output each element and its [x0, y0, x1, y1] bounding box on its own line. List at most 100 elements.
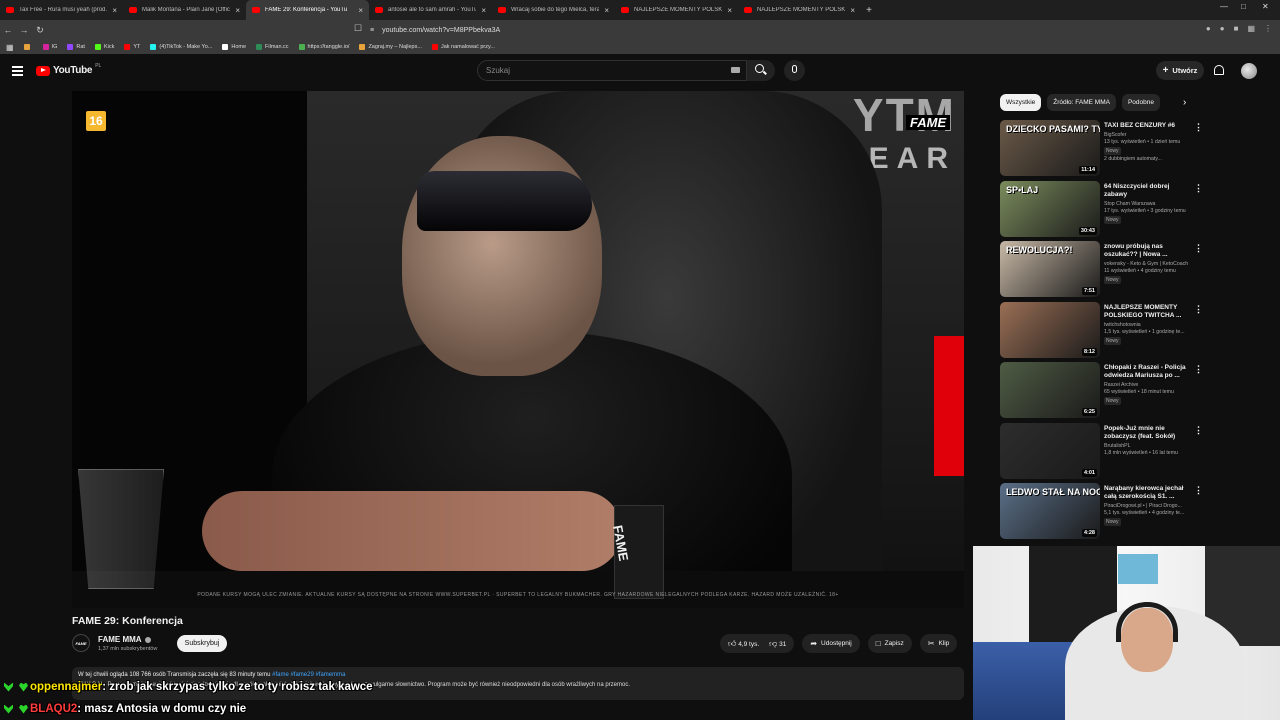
new-tab-button[interactable]: + [861, 5, 877, 16]
recommended-video[interactable]: REWOLUCJA?! 7:51 znowu próbują nas oszukać… [1000, 241, 1205, 302]
browser-tab[interactable]: Tax Free - Rura musi yeah (prod. CU) × [0, 0, 123, 20]
maximize-icon[interactable]: □ [1241, 2, 1246, 11]
microphone-icon [792, 65, 797, 73]
video-thumbnail[interactable]: 4:01 [1000, 422, 1100, 479]
video-thumbnail[interactable]: DZIECKO PASAMI? TY KUR... 11:14 [1000, 120, 1100, 176]
recommended-video[interactable]: LEDWO STAŁ NA NOGACH 4:28 Narąbany kierowc… [1000, 483, 1205, 544]
video-thumbnail[interactable]: 6:25 [1000, 362, 1100, 418]
recommended-video[interactable]: 4:01 Popek-Już mnie nie zobaczysz (feat. … [1000, 422, 1205, 484]
save-button[interactable]: □ Zapisz [867, 634, 912, 653]
forward-icon[interactable]: → [16, 25, 32, 35]
more-options-icon[interactable]: ⋮ [1194, 243, 1203, 254]
tab-close-icon[interactable]: × [727, 6, 732, 15]
url-field[interactable]: ≡ youtube.com/watch?v=M8PPbekva3A [370, 23, 910, 37]
keyboard-icon[interactable] [731, 67, 740, 73]
browser-tab[interactable]: NAJLEPSZE MOMENTY POLSKIEGO T × [615, 0, 738, 20]
more-options-icon[interactable]: ⋮ [1194, 304, 1203, 315]
create-button[interactable]: + Utwórz [1156, 61, 1204, 80]
more-options-icon[interactable]: ⋮ [1194, 364, 1203, 375]
clip-button[interactable]: ✂ Klip [919, 634, 958, 653]
channel-name-link[interactable]: FAME MMA [98, 635, 151, 644]
more-options-icon[interactable]: ⋮ [1194, 122, 1203, 133]
reload-icon[interactable]: ↻ [32, 25, 48, 36]
filter-chip[interactable]: Źródło: FAME MMA [1047, 94, 1116, 111]
bookmark-item[interactable]: (4)TikTok - Make Yo... [150, 44, 212, 50]
bookmark-label: Filman.cc [265, 44, 289, 50]
tab-close-icon[interactable]: × [358, 6, 363, 15]
filter-chip[interactable]: Podobne [1121, 94, 1160, 111]
tab-close-icon[interactable]: × [481, 6, 486, 15]
puzzle-icon[interactable]: ▦ [1247, 24, 1255, 33]
bookmark-item[interactable]: Kick [94, 44, 115, 50]
bookmark-star-icon[interactable]: ☐ [350, 23, 366, 34]
bookmark-item[interactable]: YT [124, 44, 140, 50]
video-duration: 30:43 [1078, 226, 1097, 235]
age-rating-badge: 16 [86, 111, 106, 131]
account-avatar[interactable] [1241, 63, 1257, 79]
tab-close-icon[interactable]: × [604, 6, 609, 15]
browser-tab[interactable]: Malik Montana - Plain Jane [Official / × [123, 0, 246, 20]
tab-close-icon[interactable]: × [112, 6, 117, 15]
apps-grid-icon[interactable]: ▦ [6, 43, 14, 52]
subscribe-button[interactable]: Subskrybuj [177, 635, 227, 652]
search-button[interactable] [747, 60, 775, 81]
bookmark-item[interactable]: Jak namalować przy... [431, 44, 495, 50]
more-options-icon[interactable]: ⋮ [1194, 183, 1203, 194]
site-info-icon[interactable]: ≡ [370, 27, 374, 34]
youtube-logo[interactable]: YouTube PL [36, 63, 101, 76]
minimize-icon[interactable]: — [1220, 2, 1228, 11]
video-thumbnail[interactable]: REWOLUCJA?! 7:51 [1000, 241, 1100, 297]
search-input[interactable]: Szukaj [477, 60, 747, 81]
microphone-brand: FAME [610, 524, 632, 563]
bookmark-item[interactable]: Rat [67, 44, 85, 50]
back-icon[interactable]: ← [0, 25, 16, 35]
filter-chip[interactable]: Wszystkie [1000, 94, 1042, 111]
browser-tab[interactable]: antosie ale to sam amrah - YouTube × [369, 0, 492, 20]
browser-tab[interactable]: NAJLEPSZE MOMENTY POLSKIEGO T × [738, 0, 861, 20]
hamburger-menu-icon[interactable] [12, 66, 23, 76]
video-thumbnail[interactable]: 8:12 [1000, 301, 1100, 358]
bookmark-item[interactable]: https://tanggle.io/ [298, 44, 349, 50]
menu-dots-icon[interactable]: ⋮ [1264, 24, 1272, 33]
bookmark-label: (4)TikTok - Make Yo... [159, 44, 213, 50]
tab-close-icon[interactable]: × [850, 6, 855, 15]
close-window-icon[interactable]: ✕ [1262, 2, 1269, 11]
bookmark-label: Kick [103, 44, 115, 50]
bookmark-label: YT [133, 44, 141, 50]
video-player[interactable]: YTM WEAR FAME 16 FAME PODANE KURSY MOGĄ … [72, 91, 964, 608]
bookmark-item[interactable]: IG [42, 44, 57, 50]
browser-tab[interactable]: Wracaj sobie do tego Mielca, teraz m × [492, 0, 615, 20]
red-backdrop-panel [934, 336, 964, 476]
bookmark-favicon-icon [222, 44, 229, 50]
more-options-icon[interactable]: ⋮ [1194, 425, 1203, 436]
bookmark-item[interactable]: Zagraj.my – Najleps... [359, 44, 422, 50]
bookmark-item[interactable]: Home [222, 44, 246, 50]
recommended-video[interactable]: DZIECKO PASAMI? TY KUR... 11:14 TAXI BEZ C… [1000, 120, 1205, 181]
share-label: Udostępnij [821, 640, 852, 647]
extension-icon[interactable]: ● [1206, 24, 1211, 33]
bookmark-item[interactable]: Filman.cc [256, 44, 289, 50]
channel-avatar[interactable]: FAME [72, 634, 90, 652]
video-thumbnail[interactable]: SP•LAJ 30:43 [1000, 180, 1100, 237]
like-button[interactable]: 👍︎ 4,9 tys. [728, 639, 759, 649]
share-button[interactable]: ➦ Udostępnij [802, 634, 860, 653]
video-thumbnail[interactable]: LEDWO STAŁ NA NOGACH 4:28 [1000, 483, 1100, 539]
tab-close-icon[interactable]: × [235, 6, 240, 15]
browser-tab[interactable]: FAME 29: Konferencja - YouTu × [246, 0, 369, 20]
tab-title: NAJLEPSZE MOMENTY POLSKIEGO T [634, 7, 723, 13]
bookmark-item[interactable] [23, 44, 33, 50]
thumbnail-caption: LEDWO STAŁ NA NOGACH [1006, 487, 1100, 497]
extension-icon[interactable]: ■ [1234, 24, 1239, 33]
thumbs-down-icon: 👎︎ [769, 638, 778, 648]
recommended-video[interactable]: SP•LAJ 30:43 64 Niszczyciel dobrej zabawy S… [1000, 180, 1205, 242]
recommended-channel: Raszei Archive [1104, 382, 1139, 388]
voice-search-button[interactable] [784, 60, 805, 81]
more-options-icon[interactable]: ⋮ [1194, 485, 1203, 496]
extension-icon[interactable]: ● [1220, 24, 1225, 33]
new-badge: Nowy [1104, 215, 1121, 224]
dislike-button[interactable]: 👎︎ 31 [769, 639, 786, 649]
recommended-video[interactable]: 8:12 NAJLEPSZE MOMENTY POLSKIEGO TWITCHA … [1000, 301, 1205, 363]
recommended-video[interactable]: 6:25 Chłopaki z Raszei - Policja odwiedza… [1000, 362, 1205, 423]
notifications-bell-icon[interactable] [1214, 65, 1224, 75]
chevron-right-icon[interactable]: › [1183, 97, 1186, 108]
